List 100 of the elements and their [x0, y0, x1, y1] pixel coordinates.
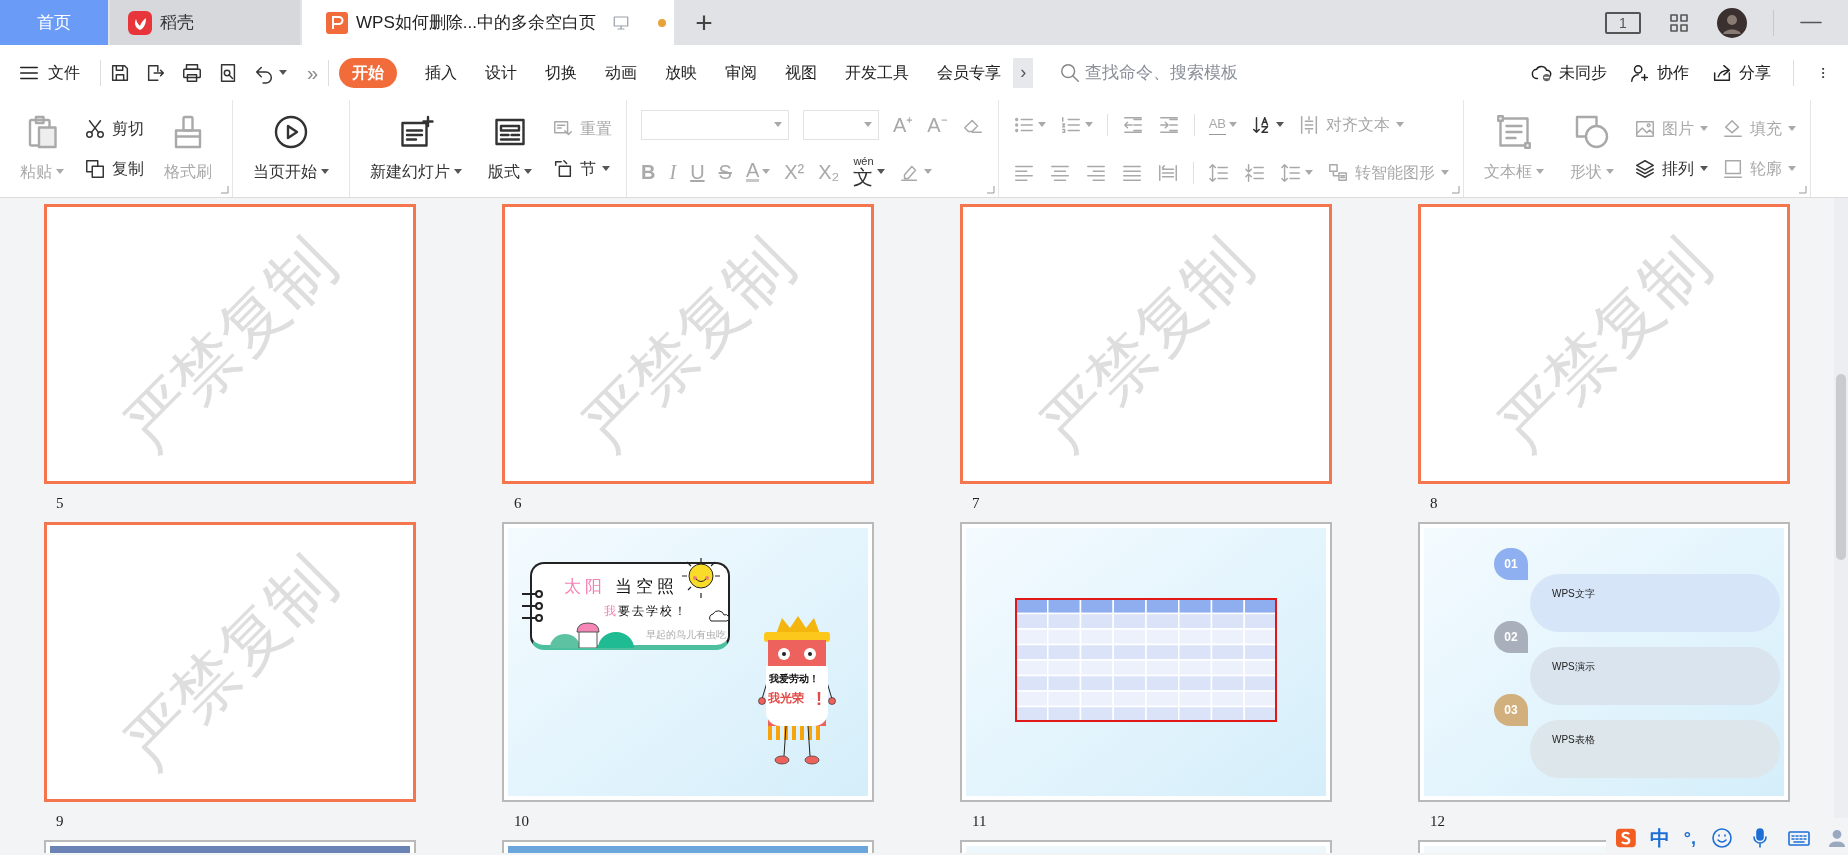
caret-icon — [1304, 169, 1313, 176]
tab[interactable]: 稻壳 — [110, 0, 300, 45]
slide-number: 6 — [513, 494, 522, 513]
caret-icon — [1396, 121, 1405, 128]
ribbon-button[interactable]: 新建幻灯片 — [364, 113, 468, 184]
dialog-launcher-icon[interactable] — [1798, 186, 1807, 194]
play-icon — [273, 113, 309, 150]
action-button[interactable]: 协作 — [1629, 60, 1689, 85]
slide-thumbnail[interactable] — [502, 840, 874, 853]
slide-thumbnail[interactable] — [960, 840, 1332, 853]
caret-icon — [602, 165, 610, 172]
font-size-dropdown[interactable] — [803, 110, 879, 140]
text-box-icon — [1495, 113, 1532, 150]
ribbon-tab[interactable]: 视图 — [785, 57, 818, 88]
tab-label: WPS如何删除...中的多余空白页 — [356, 11, 596, 34]
caret-icon — [279, 69, 287, 76]
punctuation-mode[interactable]: °, — [1683, 824, 1696, 852]
ribbon-tab[interactable]: 会员专享 — [937, 57, 1002, 88]
caret-icon — [923, 168, 932, 175]
caret-icon — [1276, 121, 1285, 128]
ribbon-tab[interactable]: 开始 — [339, 57, 398, 88]
action-button[interactable]: 分享 — [1711, 60, 1771, 85]
caret-icon — [1699, 125, 1708, 132]
caret-icon — [774, 122, 782, 128]
caret-icon — [454, 168, 462, 175]
slide-title: 太阳 当空照 — [564, 576, 678, 598]
print-icon — [181, 61, 203, 84]
search-field[interactable]: 查找命令、搜索模板 — [1059, 59, 1266, 86]
slide-thumbnail[interactable]: 01 WPS文字 02 WPS演示 03 WPS表格 — [1418, 522, 1790, 802]
page-view-button[interactable]: 1 — [1605, 11, 1641, 34]
slide-thumbnail[interactable] — [960, 522, 1332, 802]
copy-icon — [84, 157, 106, 180]
monitor-icon — [611, 13, 630, 32]
caret-icon — [864, 122, 872, 128]
more-button[interactable]: » — [307, 57, 319, 88]
list-label: WPS演示 — [1552, 660, 1595, 674]
dialog-launcher-icon[interactable] — [986, 186, 995, 194]
exclamation-mark: ! — [816, 690, 822, 708]
slide-thumbnail[interactable]: 太阳 当空照 我要去学校！ 早起的鸟儿有虫吃 我爱劳动！ 我光荣 ! — [502, 522, 874, 802]
caret-icon — [56, 168, 64, 175]
outline-icon — [1721, 157, 1744, 180]
caret-icon — [1605, 168, 1614, 175]
search-icon — [1059, 61, 1082, 84]
ribbon-button[interactable]: 当页开始 — [247, 113, 335, 184]
smiley-icon — [1710, 826, 1734, 850]
dialog-launcher-icon[interactable] — [221, 186, 229, 194]
more-tabs-button[interactable]: › — [1013, 57, 1034, 88]
caret-icon — [1787, 125, 1796, 132]
ribbon-tab[interactable]: 动画 — [605, 57, 638, 88]
caret-icon — [524, 168, 532, 175]
caret-icon — [762, 168, 771, 175]
number-badge: 03 — [1494, 694, 1528, 726]
list-label: WPS文字 — [1552, 587, 1595, 601]
caret-icon — [1229, 121, 1238, 128]
tab[interactable]: 首页 — [0, 0, 108, 45]
ribbon-tab[interactable]: 插入 — [425, 57, 458, 88]
font-name-dropdown[interactable] — [641, 110, 789, 140]
section-icon — [552, 157, 574, 180]
action-button[interactable]: 未同步 — [1531, 60, 1607, 85]
sign-text: 我爱劳动！ — [769, 674, 819, 684]
smart-graphic-icon — [1326, 161, 1349, 184]
input-mode[interactable]: 中 — [1649, 823, 1670, 853]
caret-icon — [876, 168, 885, 175]
minimize-icon — [1800, 21, 1822, 24]
scrollbar-thumb[interactable] — [1836, 374, 1846, 560]
slide-number: 11 — [971, 812, 987, 831]
tab-label: 首页 — [37, 11, 71, 34]
slide-number: 8 — [1429, 494, 1438, 513]
ribbon-button[interactable]: 节 — [552, 152, 612, 185]
leaf-logo-icon — [128, 10, 152, 35]
avatar-icon[interactable] — [1717, 7, 1747, 38]
scissors-icon — [84, 117, 106, 140]
ribbon-tab[interactable]: 审阅 — [725, 57, 758, 88]
ribbon-tab[interactable]: 设计 — [485, 57, 518, 88]
tab[interactable]: WPS如何删除...中的多余空白页 — [302, 0, 674, 45]
paint-bucket-icon — [1721, 117, 1744, 140]
ribbon-button[interactable]: 剪切 — [84, 112, 144, 145]
ribbon-button[interactable]: 复制 — [84, 152, 144, 185]
presentation-logo-icon — [326, 11, 348, 34]
ribbon-button[interactable]: 版式 — [482, 113, 538, 184]
format-button[interactable]: wén 文 — [853, 156, 885, 187]
sign-card — [766, 666, 828, 726]
caret-icon — [1084, 121, 1093, 128]
dialog-launcher-icon[interactable] — [1451, 186, 1460, 194]
slide-number: 12 — [1429, 812, 1445, 831]
new-tab-button[interactable]: + — [674, 0, 734, 45]
list-label: WPS表格 — [1552, 733, 1595, 747]
number-badge: 02 — [1494, 621, 1528, 653]
layers-icon — [1633, 157, 1656, 180]
slide-number: 5 — [55, 494, 64, 513]
file-menu[interactable]: 文件 — [18, 60, 92, 85]
ribbon-tab[interactable]: 开发工具 — [845, 57, 910, 88]
cloud-drawing — [708, 610, 730, 622]
ribbon-button[interactable]: 排列 — [1633, 152, 1708, 185]
ribbon-tab[interactable]: 切换 — [545, 57, 578, 88]
slide-thumbnail[interactable] — [44, 840, 416, 853]
caret-icon — [321, 168, 329, 175]
caret-icon — [1787, 165, 1796, 172]
binder-rings-icon — [522, 590, 544, 622]
ribbon-tab[interactable]: 放映 — [665, 57, 698, 88]
